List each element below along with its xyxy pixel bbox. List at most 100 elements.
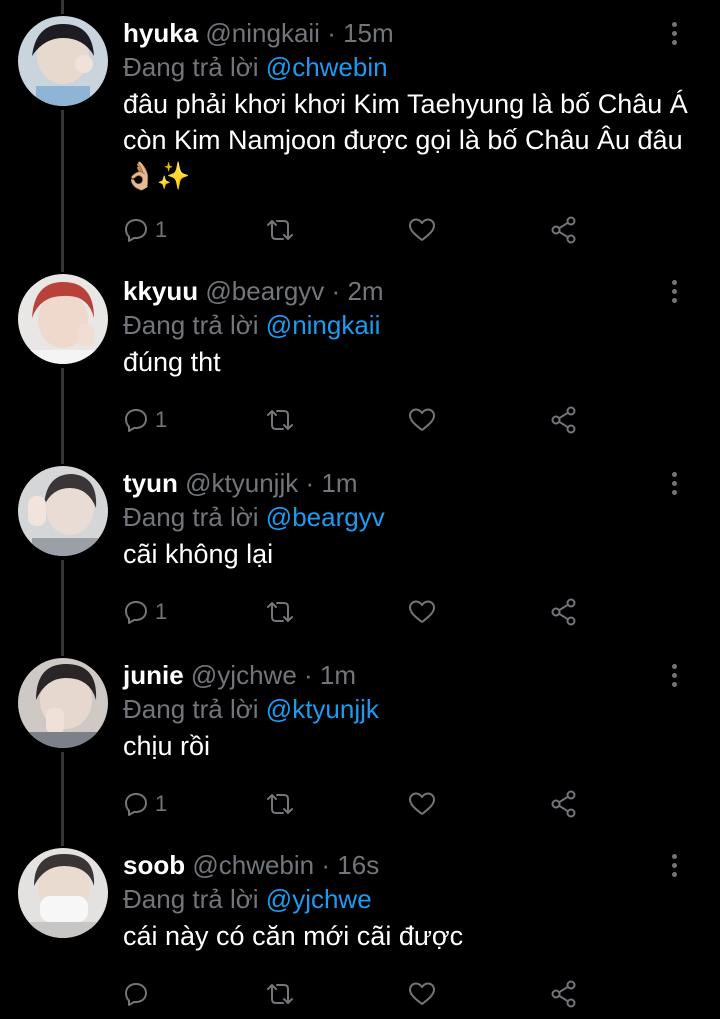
retweet-button[interactable] <box>265 215 295 245</box>
share-button[interactable] <box>550 405 578 435</box>
like-button[interactable] <box>408 789 436 819</box>
separator: · <box>305 468 315 498</box>
reply-to-mention[interactable]: @ktyunjjk <box>266 694 379 724</box>
reply-icon <box>125 219 147 242</box>
thread-line <box>61 560 64 656</box>
reply-icon <box>125 793 147 816</box>
more-vertical-icon[interactable] <box>664 22 684 48</box>
share-icon <box>551 790 576 818</box>
display-name[interactable]: tyun <box>123 468 178 498</box>
reply-count: 1 <box>155 791 168 816</box>
avatar[interactable] <box>18 848 108 938</box>
display-name[interactable]: hyuka <box>123 18 198 48</box>
reply-button[interactable] <box>123 979 155 1009</box>
retweet-button[interactable] <box>265 597 295 627</box>
tweet-text: chịu rồi <box>123 731 211 761</box>
tweet-header: tyun @ktyunjjk · 1m <box>123 466 357 500</box>
reply-button[interactable]: 1 <box>123 789 167 819</box>
retweet-button[interactable] <box>265 789 295 819</box>
share-button[interactable] <box>550 979 578 1009</box>
tweet-header: junie @yjchwe · 1m <box>123 658 356 692</box>
heart-icon <box>409 218 435 241</box>
thread-line <box>61 752 64 846</box>
like-button[interactable] <box>408 979 436 1009</box>
tweet-header: soob @chwebin · 16s <box>123 848 379 882</box>
reply-icon <box>125 983 147 1006</box>
more-vertical-icon[interactable] <box>664 472 684 498</box>
reply-to-mention[interactable]: @chwebin <box>266 52 388 82</box>
separator: · <box>304 660 313 690</box>
reply-button[interactable]: 1 <box>123 405 167 435</box>
tweet-text: cái này có căn mới cãi được <box>123 921 464 951</box>
user-handle[interactable]: @chwebin <box>192 850 314 880</box>
share-button[interactable] <box>550 789 578 819</box>
timestamp[interactable]: 16s <box>337 850 379 880</box>
user-handle[interactable]: @yjchwe <box>191 660 297 690</box>
retweet-icon <box>267 410 293 430</box>
tweet-text: đúng tht <box>123 347 221 377</box>
tweet-header: kkyuu @beargyv · 2m <box>123 274 384 308</box>
tweet-actions <box>123 979 603 1009</box>
reply-button[interactable]: 1 <box>123 597 167 627</box>
separator: · <box>327 18 336 48</box>
share-icon <box>551 980 576 1008</box>
tweet-actions: 1 <box>123 789 603 819</box>
share-button[interactable] <box>550 215 578 245</box>
reply-to-mention[interactable]: @beargyv <box>266 502 385 532</box>
display-name[interactable]: kkyuu <box>123 276 198 306</box>
separator: · <box>331 276 341 306</box>
reply-to-mention[interactable]: @ningkaii <box>266 310 381 340</box>
tweet-text: đâu phải khơi khơi Kim Taehyung là bố Ch… <box>123 89 688 191</box>
replying-to: Đang trả lời @beargyv <box>123 500 385 534</box>
share-button[interactable] <box>550 597 578 627</box>
tweet-header: hyuka @ningkaii · 15m <box>123 16 394 50</box>
share-icon <box>551 598 576 626</box>
timestamp[interactable]: 1m <box>321 468 357 498</box>
more-vertical-icon[interactable] <box>664 854 684 880</box>
replying-to: Đang trả lời @chwebin <box>123 50 388 84</box>
display-name[interactable]: junie <box>123 660 184 690</box>
reply-to-mention[interactable]: @yjchwe <box>266 884 372 914</box>
like-button[interactable] <box>408 405 436 435</box>
retweet-button[interactable] <box>265 979 295 1009</box>
replying-to-label: Đang trả lời <box>123 502 259 532</box>
replying-to-label: Đang trả lời <box>123 884 259 914</box>
heart-icon <box>409 792 435 815</box>
avatar[interactable] <box>18 16 108 106</box>
reply-icon <box>125 601 147 624</box>
heart-icon <box>409 600 435 623</box>
reply-count: 1 <box>155 407 168 432</box>
retweet-icon <box>267 602 293 622</box>
avatar[interactable] <box>18 274 108 364</box>
tweet-actions: 1 <box>123 215 603 245</box>
share-icon <box>551 406 576 434</box>
avatar[interactable] <box>18 466 108 556</box>
timestamp[interactable]: 2m <box>347 276 383 306</box>
more-vertical-icon[interactable] <box>664 280 684 306</box>
reply-count: 1 <box>155 217 168 242</box>
user-handle[interactable]: @ktyunjjk <box>185 468 298 498</box>
more-vertical-icon[interactable] <box>664 664 684 690</box>
tweet-text: cãi không lại <box>123 539 274 569</box>
heart-icon <box>409 982 435 1005</box>
timestamp[interactable]: 15m <box>343 18 394 48</box>
heart-icon <box>409 408 435 431</box>
display-name[interactable]: soob <box>123 850 185 880</box>
user-handle[interactable]: @ningkaii <box>205 18 320 48</box>
thread-line <box>61 0 64 14</box>
reply-count: 1 <box>155 599 168 624</box>
tweet-actions: 1 <box>123 405 603 435</box>
reply-button[interactable]: 1 <box>123 215 167 245</box>
replying-to-label: Đang trả lời <box>123 694 259 724</box>
avatar[interactable] <box>18 658 108 748</box>
like-button[interactable] <box>408 597 436 627</box>
retweet-button[interactable] <box>265 405 295 435</box>
like-button[interactable] <box>408 215 436 245</box>
retweet-icon <box>267 220 293 240</box>
user-handle[interactable]: @beargyv <box>205 276 324 306</box>
timestamp[interactable]: 1m <box>320 660 356 690</box>
replying-to-label: Đang trả lời <box>123 310 259 340</box>
replying-to-label: Đang trả lời <box>123 52 259 82</box>
thread-line <box>61 368 64 464</box>
share-icon <box>551 216 576 244</box>
